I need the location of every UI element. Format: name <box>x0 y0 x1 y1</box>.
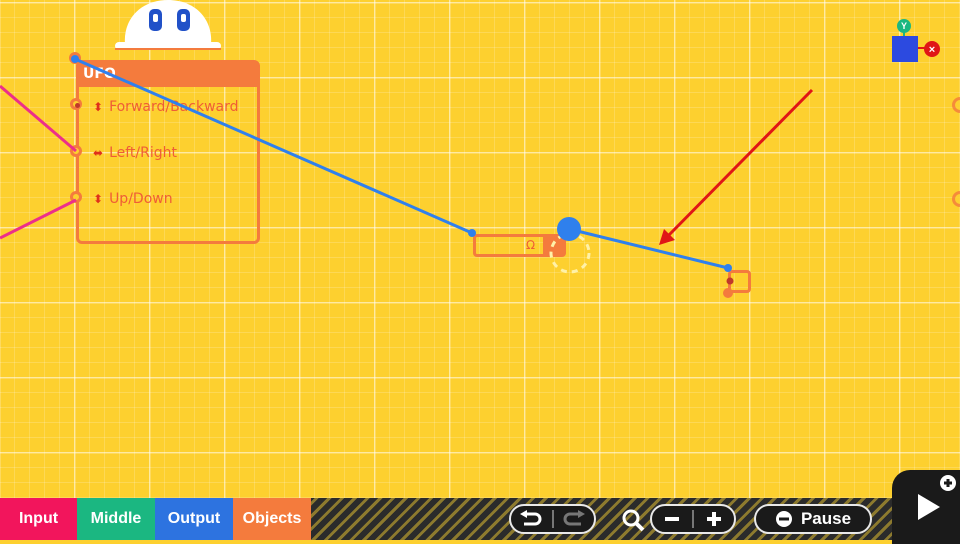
wire-endpoint <box>468 229 476 237</box>
wire-endpoint <box>71 55 79 63</box>
tab-output[interactable]: Output <box>155 498 233 540</box>
annotation-arrow <box>665 88 814 239</box>
redo-icon <box>563 510 585 526</box>
pause-button[interactable]: Pause <box>754 504 872 534</box>
play-icon <box>918 475 956 520</box>
pink-wire <box>0 198 77 240</box>
wires-layer <box>0 55 814 298</box>
zoom-out-button[interactable] <box>652 506 692 532</box>
x-axis-label: × <box>929 44 935 56</box>
plus-icon <box>707 512 721 526</box>
tab-input[interactable]: Input <box>0 498 77 540</box>
axis-gizmo[interactable]: Y × <box>890 18 942 66</box>
minus-circle-icon <box>775 511 792 527</box>
undo-icon <box>520 510 542 526</box>
port-marker <box>726 277 734 285</box>
tab-middle[interactable]: Middle <box>77 498 155 540</box>
drag-handle <box>557 217 581 241</box>
wire-endpoint <box>724 264 732 272</box>
blue-wire <box>74 57 473 235</box>
redo-button[interactable] <box>554 506 595 532</box>
port-marker <box>723 288 733 298</box>
pause-label: Pause <box>800 509 852 528</box>
undo-button[interactable] <box>511 506 552 532</box>
zoom-in-button[interactable] <box>694 506 734 532</box>
undo-redo-group <box>509 504 596 534</box>
blue-wire <box>568 227 729 270</box>
y-axis-label: Y <box>901 21 907 31</box>
zoom-group <box>650 504 736 534</box>
tab-objects[interactable]: Objects <box>233 498 311 540</box>
pink-wire <box>0 84 77 153</box>
programming-canvas[interactable]: UFO ⬍ Forward/Backward ⬌ Left/Right ⬍ Up… <box>0 0 960 498</box>
magnifier-icon <box>622 509 645 532</box>
play-button[interactable] <box>892 470 960 544</box>
minus-icon <box>665 517 679 521</box>
axis-cube-icon <box>892 36 918 62</box>
